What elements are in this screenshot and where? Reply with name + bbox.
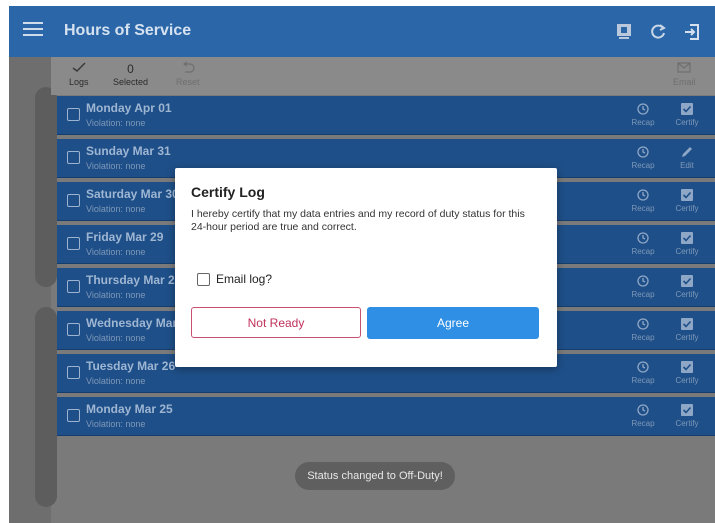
log-date: Monday Apr 01: [86, 101, 172, 115]
log-date: Saturday Mar 30: [86, 187, 179, 201]
row-checkbox[interactable]: [67, 409, 80, 422]
recap-button[interactable]: Recap: [621, 272, 665, 299]
row-checkbox[interactable]: [67, 237, 80, 250]
certify-button[interactable]: Certify: [665, 272, 709, 299]
log-date: Friday Mar 29: [86, 230, 164, 244]
not-ready-button[interactable]: Not Ready: [191, 307, 361, 338]
certify-icon: [665, 401, 709, 419]
agree-button[interactable]: Agree: [367, 307, 539, 339]
history-icon: [621, 100, 665, 118]
eld-device-icon[interactable]: [607, 18, 641, 46]
violation-text: Violation: none: [86, 247, 146, 257]
hamburger-menu-icon[interactable]: [23, 22, 43, 40]
row-checkbox[interactable]: [67, 108, 80, 121]
email-icon: [673, 61, 696, 77]
email-log-checkbox[interactable]: Email log?: [197, 272, 272, 286]
edit-icon: [665, 143, 709, 161]
history-icon: [621, 315, 665, 333]
log-row[interactable]: Monday Apr 01 Violation: none Recap Cert…: [57, 96, 715, 135]
violation-text: Violation: none: [86, 290, 146, 300]
logs-toolbar: Logs 0 Selected Reset Email: [51, 57, 715, 95]
certify-button[interactable]: Certify: [665, 401, 709, 428]
recap-button[interactable]: Recap: [621, 100, 665, 127]
certify-button[interactable]: Certify: [665, 100, 709, 127]
row-checkbox[interactable]: [67, 323, 80, 336]
violation-text: Violation: none: [86, 376, 146, 386]
history-icon: [621, 143, 665, 161]
reset-button[interactable]: Reset: [176, 61, 200, 87]
violation-text: Violation: none: [86, 204, 146, 214]
email-button[interactable]: Email: [673, 61, 696, 87]
history-icon: [621, 229, 665, 247]
violation-text: Violation: none: [86, 419, 146, 429]
row-checkbox[interactable]: [67, 194, 80, 207]
log-date: Monday Mar 25: [86, 402, 173, 416]
certify-icon: [665, 315, 709, 333]
refresh-icon[interactable]: [641, 18, 675, 46]
violation-text: Violation: none: [86, 333, 146, 343]
dialog-title: Certify Log: [191, 184, 265, 200]
recap-button[interactable]: Recap: [621, 186, 665, 213]
recap-button[interactable]: Recap: [621, 143, 665, 170]
app-bar: Hours of Service: [9, 6, 715, 57]
row-checkbox[interactable]: [67, 151, 80, 164]
logout-icon[interactable]: [675, 18, 709, 46]
logs-label: Logs: [69, 77, 89, 87]
logs-button[interactable]: Logs: [69, 61, 89, 87]
check-icon: [69, 61, 89, 77]
violation-text: Violation: none: [86, 161, 146, 171]
history-icon: [621, 358, 665, 376]
certify-icon: [665, 100, 709, 118]
recap-button[interactable]: Recap: [621, 315, 665, 342]
row-checkbox[interactable]: [67, 366, 80, 379]
certify-button[interactable]: Certify: [665, 186, 709, 213]
violation-text: Violation: none: [86, 118, 146, 128]
undo-icon: [176, 61, 200, 77]
log-date: Tuesday Mar 26: [86, 359, 176, 373]
certify-icon: [665, 358, 709, 376]
history-icon: [621, 272, 665, 290]
recap-button[interactable]: Recap: [621, 229, 665, 256]
history-icon: [621, 401, 665, 419]
certify-icon: [665, 186, 709, 204]
certify-icon: [665, 272, 709, 290]
edit-button[interactable]: Edit: [665, 143, 709, 170]
checkbox-icon[interactable]: [197, 272, 210, 286]
selected-count: 0 Selected: [113, 62, 149, 87]
certify-button[interactable]: Certify: [665, 358, 709, 385]
certify-button[interactable]: Certify: [665, 315, 709, 342]
log-date: Sunday Mar 31: [86, 144, 171, 158]
recap-button[interactable]: Recap: [621, 358, 665, 385]
status-toast: Status changed to Off-Duty!: [295, 462, 455, 490]
email-log-label: Email log?: [216, 272, 273, 286]
left-panel: [9, 57, 57, 523]
page-title: Hours of Service: [64, 22, 192, 39]
dialog-message: I hereby certify that my data entries an…: [191, 208, 525, 233]
certify-button[interactable]: Certify: [665, 229, 709, 256]
log-date: Thursday Mar 28: [86, 273, 182, 287]
log-row[interactable]: Monday Mar 25 Violation: none Recap Cert…: [57, 397, 715, 436]
history-icon: [621, 186, 665, 204]
row-checkbox[interactable]: [67, 280, 80, 293]
recap-button[interactable]: Recap: [621, 401, 665, 428]
certify-dialog: Certify Log I hereby certify that my dat…: [175, 168, 557, 367]
certify-icon: [665, 229, 709, 247]
